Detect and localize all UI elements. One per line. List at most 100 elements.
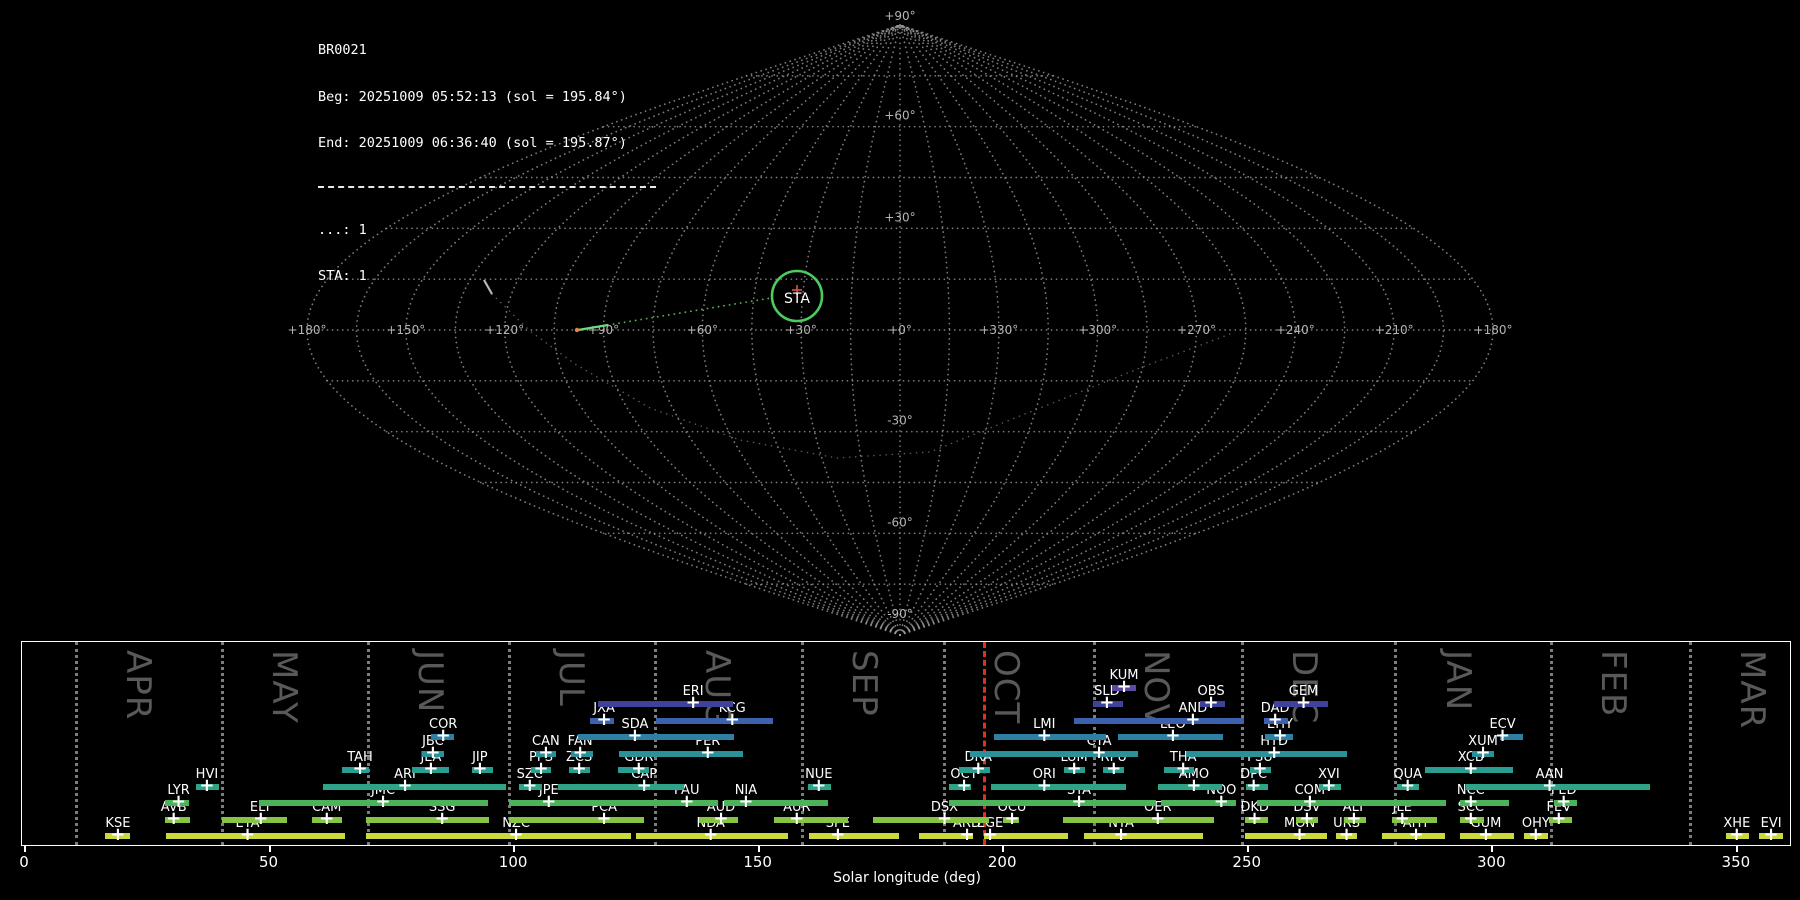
shower-peak-marker: + — [435, 812, 450, 826]
shower-peak-marker: + — [713, 812, 728, 826]
shower-peak-marker: + — [1542, 779, 1557, 793]
axis-tick-label: 300 — [1477, 853, 1506, 871]
shower-bar — [949, 800, 1156, 806]
month-boundary-line — [1689, 642, 1692, 845]
shower-peak-marker: + — [1071, 795, 1086, 809]
longitude-label: +300° — [1078, 323, 1117, 337]
shower-peak-marker: + — [397, 779, 412, 793]
month-boundary-line — [508, 642, 511, 845]
shower-peak-marker: + — [1092, 746, 1107, 760]
month-label: JUN — [410, 650, 450, 713]
shower-bar — [627, 800, 718, 806]
shower-peak-marker: + — [1346, 812, 1361, 826]
shower-bar — [809, 833, 899, 839]
shower-bar — [166, 833, 345, 839]
axis-tick-label: 350 — [1722, 853, 1751, 871]
axis-tick-label: 0 — [19, 853, 29, 871]
longitude-label: +60° — [687, 323, 718, 337]
shower-peak-marker: + — [472, 762, 487, 776]
sporadic-trail-dotted — [492, 294, 1230, 458]
shower-peak-marker: + — [1252, 762, 1267, 776]
meteor-observation-screen: +180°+150°+120°+90°+60°+30°+0°+330°+300°… — [0, 0, 1800, 900]
shower-peak-marker: + — [199, 779, 214, 793]
shower-bar — [1074, 718, 1244, 724]
shower-bar — [509, 817, 644, 823]
month-boundary-line — [221, 642, 224, 845]
axis-tick — [24, 846, 26, 852]
shower-peak-marker: + — [1463, 812, 1478, 826]
shower-peak-marker: + — [1292, 828, 1307, 842]
shower-peak-marker: + — [1099, 696, 1114, 710]
month-boundary-line — [75, 642, 78, 845]
longitude-label: +150° — [386, 323, 425, 337]
shower-bar — [774, 817, 848, 823]
shower-peak-marker: + — [1400, 779, 1415, 793]
longitude-label: +210° — [1375, 323, 1414, 337]
axis-tick — [1247, 846, 1249, 852]
shower-peak-marker: + — [1268, 713, 1283, 727]
end-time-line: End: 20251009 06:36:40 (sol = 195.87°) — [318, 136, 656, 152]
shower-bar — [558, 784, 684, 790]
longitude-label: +240° — [1276, 323, 1315, 337]
shower-peak-marker: + — [703, 828, 718, 842]
sta-count-line: STA: 1 — [318, 269, 656, 285]
shower-peak-marker: + — [1495, 729, 1510, 743]
longitude-label: +120° — [485, 323, 524, 337]
axis-tick — [1002, 846, 1004, 852]
shower-peak-marker: + — [1067, 762, 1082, 776]
shower-bar — [578, 734, 735, 740]
shower-bar — [1466, 784, 1650, 790]
shower-peak-marker: + — [789, 812, 804, 826]
sky-map: +180°+150°+120°+90°+60°+30°+0°+330°+300°… — [0, 0, 1800, 640]
current-sol-line — [983, 642, 986, 845]
longitude-label: +30° — [786, 323, 817, 337]
latitude-label: -90° — [887, 607, 913, 621]
shower-peak-marker: + — [1475, 746, 1490, 760]
longitude-label: +180° — [1474, 323, 1513, 337]
shower-peak-marker: + — [1478, 828, 1493, 842]
axis-tick — [758, 846, 760, 852]
shower-bar — [509, 800, 631, 806]
shower-peak-marker: + — [352, 762, 367, 776]
shower-peak-marker: + — [725, 713, 740, 727]
shower-peak-marker: + — [1185, 713, 1200, 727]
axis-tick-label: 100 — [499, 853, 528, 871]
shower-peak-marker: + — [738, 795, 753, 809]
shower-peak-marker: + — [937, 812, 952, 826]
shower-peak-marker: + — [436, 729, 451, 743]
latitude-label: -60° — [887, 515, 913, 529]
shower-peak-marker: + — [509, 828, 524, 842]
shower-peak-marker: + — [631, 762, 646, 776]
shower-peak-marker: + — [1176, 762, 1191, 776]
station-id: BR0021 — [318, 43, 656, 59]
shower-peak-marker: + — [830, 828, 845, 842]
shower-peak-marker: + — [1214, 795, 1229, 809]
shower-bar — [259, 800, 488, 806]
axis-tick — [269, 846, 271, 852]
axis-tick-label: 150 — [743, 853, 772, 871]
month-label: JAN — [1438, 650, 1478, 711]
shower-peak-marker: + — [597, 812, 612, 826]
month-boundary-line — [654, 642, 657, 845]
shower-peak-marker: + — [253, 812, 268, 826]
separator-line — [318, 186, 656, 188]
sporadic-count-line: ...: 1 — [318, 223, 656, 239]
shower-peak-marker: + — [1339, 828, 1354, 842]
longitude-label: +270° — [1177, 323, 1216, 337]
axis-tick — [1491, 846, 1493, 852]
radiant-label: STA — [784, 291, 810, 307]
shower-peak-marker: + — [637, 779, 652, 793]
shower-peak-marker: + — [700, 746, 715, 760]
shower-peak-marker: + — [1204, 696, 1219, 710]
shower-peak-marker: + — [425, 746, 440, 760]
month-label: MAR — [1732, 650, 1772, 729]
shower-peak-marker: + — [1764, 828, 1779, 842]
meteor-end-dot — [575, 328, 579, 332]
shower-peak-marker: + — [1247, 812, 1262, 826]
shower-peak-marker: + — [1408, 828, 1423, 842]
shower-peak-marker: + — [522, 779, 537, 793]
axis-tick-label: 200 — [988, 853, 1017, 871]
shower-peak-marker: + — [1267, 746, 1282, 760]
shower-bar — [1063, 817, 1214, 823]
latitude-label: -30° — [887, 414, 913, 428]
